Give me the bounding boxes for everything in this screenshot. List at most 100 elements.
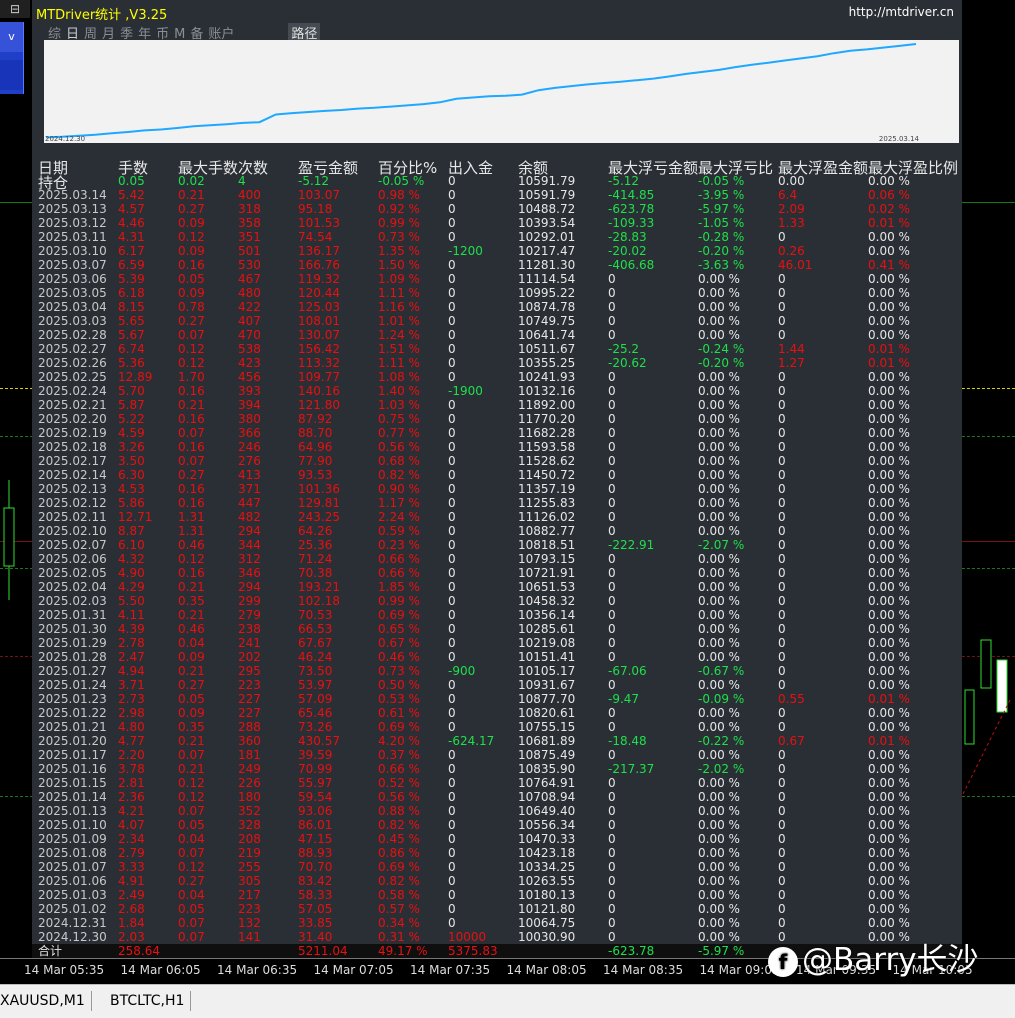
value-cell: 0: [778, 902, 786, 916]
value-cell: 10334.25: [518, 860, 576, 874]
value-cell: 482: [238, 510, 261, 524]
value-cell: 0: [608, 482, 616, 496]
date-cell: 2025.02.13: [38, 482, 107, 496]
value-cell: 0: [448, 790, 456, 804]
value-cell: 0: [608, 706, 616, 720]
value-cell: 0: [778, 636, 786, 650]
value-cell: 5.87: [118, 398, 145, 412]
value-cell: 0: [778, 762, 786, 776]
value-cell: 103.07: [298, 188, 340, 202]
value-cell: 4.90: [118, 566, 145, 580]
collapse-button[interactable]: v: [0, 22, 23, 52]
table-row: 2025.01.24 3.71 0.27 223 53.97 0.50 % 0 10931.6…: [32, 678, 962, 692]
table-row: 2025.01.08 2.79 0.07 219 88.93 0.86 % 0 10423.1…: [32, 846, 962, 860]
value-cell: 10219.08: [518, 636, 576, 650]
value-cell: 0.00 %: [868, 650, 910, 664]
value-cell: 3.71: [118, 678, 145, 692]
date-cell: 2025.02.11: [38, 510, 107, 524]
time-label: 14 Mar 08:05: [506, 963, 587, 977]
chart-tab-1[interactable]: BTCLTC,H1: [104, 991, 192, 1011]
value-cell: 0.00 %: [698, 860, 740, 874]
value-cell: 10875.49: [518, 748, 576, 762]
value-cell: 1.08 %: [378, 370, 420, 384]
value-cell: 1.11 %: [378, 286, 420, 300]
date-cell: 2025.03.05: [38, 286, 107, 300]
value-cell: 70.38: [298, 566, 333, 580]
value-cell: 0: [608, 496, 616, 510]
toolbar-button[interactable]: [0, 60, 23, 90]
value-cell: 11255.83: [518, 496, 576, 510]
value-cell: 0.12: [178, 552, 205, 566]
value-cell: 0: [778, 496, 786, 510]
chart-tab-bar: XAUUSD,M1 BTCLTC,H1: [0, 984, 1015, 1018]
website-link[interactable]: http://mtdriver.cn: [849, 5, 954, 19]
value-cell: -0.22 %: [698, 734, 745, 748]
value-cell: 0.00 %: [868, 594, 910, 608]
total-max-float-loss-pct: -5.97 %: [698, 944, 745, 958]
value-cell: 0.37 %: [378, 748, 420, 762]
time-label: 14 Mar 06:35: [217, 963, 298, 977]
value-cell: 0.12: [178, 342, 205, 356]
value-cell: 0.27: [178, 678, 205, 692]
value-cell: 65.46: [298, 706, 333, 720]
value-cell: 0: [778, 706, 786, 720]
value-cell: 0.00 %: [868, 860, 910, 874]
table-row: 2025.01.20 4.77 0.21 360 430.57 4.20 % -624.17…: [32, 734, 962, 748]
value-cell: -1200: [448, 244, 483, 258]
value-cell: 10995.22: [518, 286, 576, 300]
value-cell: 0: [448, 426, 456, 440]
value-cell: 10488.72: [518, 202, 576, 216]
value-cell: 10591.79: [518, 188, 576, 202]
value-cell: 0: [448, 538, 456, 552]
value-cell: 0.00 %: [868, 580, 910, 594]
date-cell: 2025.01.08: [38, 846, 107, 860]
date-cell: 2025.02.06: [38, 552, 107, 566]
value-cell: 0: [778, 874, 786, 888]
value-cell: 0: [778, 608, 786, 622]
value-cell: 180: [238, 790, 261, 804]
value-cell: 0.07: [178, 916, 205, 930]
value-cell: 0.00 %: [868, 720, 910, 734]
value-cell: 1.11 %: [378, 356, 420, 370]
chart-tab-0[interactable]: XAUUSD,M1: [0, 991, 92, 1011]
value-cell: 0: [448, 888, 456, 902]
value-cell: 0.16: [178, 440, 205, 454]
value-cell: 0.00 %: [698, 440, 740, 454]
value-cell: 1.35 %: [378, 244, 420, 258]
value-cell: 0.98 %: [378, 188, 420, 202]
value-cell: 0: [448, 776, 456, 790]
date-cell: 2025.02.20: [38, 412, 107, 426]
value-cell: 77.90: [298, 454, 333, 468]
table-row: 2025.03.10 6.17 0.09 501 136.17 1.35 % -1200 10…: [32, 244, 962, 258]
value-cell: 0: [778, 510, 786, 524]
date-cell: 2025.01.10: [38, 818, 107, 832]
value-cell: 422: [238, 300, 261, 314]
value-cell: 0.12: [178, 230, 205, 244]
value-cell: 0: [448, 594, 456, 608]
value-cell: 0.00 %: [868, 272, 910, 286]
window-restore-icon[interactable]: ⊟: [0, 0, 30, 18]
value-cell: 0.01 %: [868, 356, 910, 370]
value-cell: 1.33: [778, 216, 805, 230]
value-cell: -20.02: [608, 244, 647, 258]
value-cell: 0.00 %: [698, 622, 740, 636]
value-cell: 10180.13: [518, 888, 576, 902]
position-cell: -0.05 %: [698, 174, 745, 188]
value-cell: 0.82 %: [378, 468, 420, 482]
value-cell: 0.69 %: [378, 860, 420, 874]
value-cell: 0: [448, 832, 456, 846]
table-row: 2025.01.22 2.98 0.09 227 65.46 0.61 % 0 10820.6…: [32, 706, 962, 720]
value-cell: 4.77: [118, 734, 145, 748]
value-cell: 0.00 %: [698, 636, 740, 650]
value-cell: 0.00 %: [868, 790, 910, 804]
value-cell: 0.07: [178, 328, 205, 342]
value-cell: 0.12: [178, 356, 205, 370]
value-cell: 0: [448, 916, 456, 930]
value-cell: 93.53: [298, 468, 333, 482]
value-cell: 2.34: [118, 832, 145, 846]
position-cell: 0.00 %: [868, 174, 910, 188]
value-cell: 0.00 %: [868, 328, 910, 342]
value-cell: 0.21: [178, 188, 205, 202]
table-row: 2025.02.18 3.26 0.16 246 64.96 0.56 % 0 11593.5…: [32, 440, 962, 454]
value-cell: 358: [238, 216, 261, 230]
